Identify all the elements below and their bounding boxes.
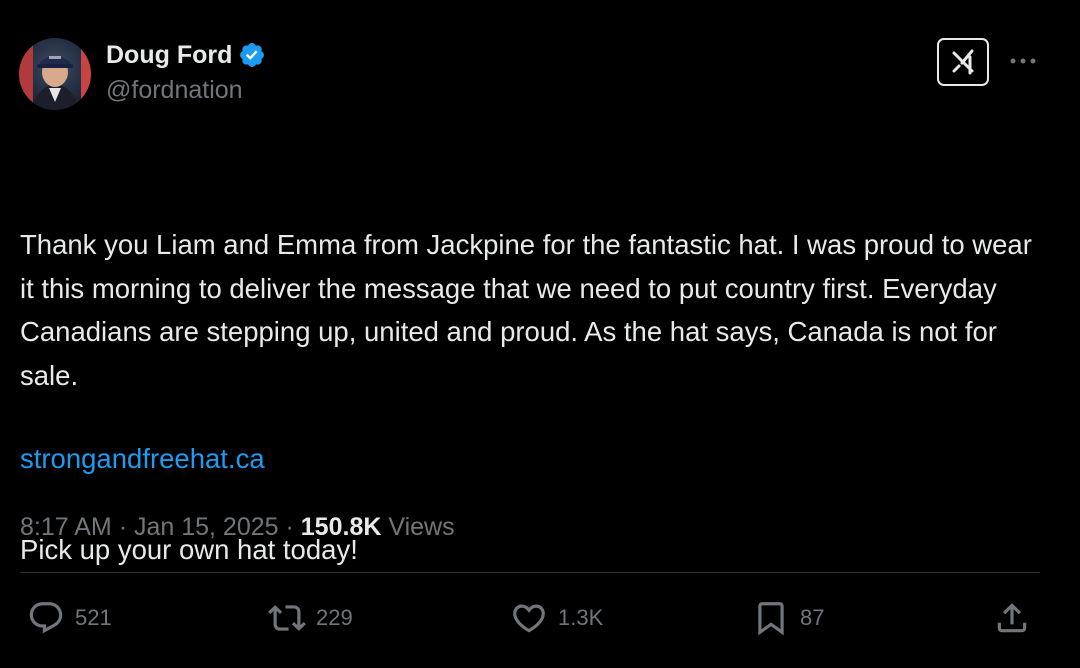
repost-button[interactable]: 229 <box>268 598 353 638</box>
like-count: 1.3K <box>558 605 604 630</box>
divider <box>20 572 1040 573</box>
reply-button[interactable]: 521 <box>27 598 112 638</box>
like-button[interactable]: 1.3K <box>510 598 603 638</box>
reply-count: 521 <box>75 605 112 630</box>
share-icon <box>997 603 1027 633</box>
avatar-photo <box>19 38 91 110</box>
views-label: Views <box>388 513 455 541</box>
views-count: 150.8K <box>300 513 382 541</box>
reply-icon <box>29 602 63 634</box>
repost-count: 229 <box>316 605 353 630</box>
tweet-meta: 8:17 AM · Jan 15, 2025 · 150.8K Views <box>20 507 455 547</box>
bookmark-count: 87 <box>800 605 825 630</box>
author-handle[interactable]: @fordnation <box>106 76 243 105</box>
author-name[interactable]: Doug Ford <box>106 41 232 70</box>
grok-button[interactable] <box>937 38 989 86</box>
heart-icon <box>513 604 545 633</box>
grok-icon <box>952 49 974 75</box>
tweet-paragraph: Thank you Liam and Emma from Jackpine fo… <box>20 229 1040 391</box>
more-dots-icon <box>1010 58 1036 64</box>
tweet-date[interactable]: Jan 15, 2025 <box>134 513 279 541</box>
share-button[interactable] <box>993 598 1031 638</box>
bookmark-button[interactable]: 87 <box>752 598 824 638</box>
bookmark-icon <box>758 602 784 636</box>
more-button[interactable] <box>1006 46 1040 76</box>
tweet-link[interactable]: strongandfreehat.ca <box>20 437 265 481</box>
repost-icon <box>268 605 306 631</box>
avatar[interactable] <box>19 38 91 110</box>
meta-separator: · <box>118 513 128 541</box>
verified-badge-icon <box>238 41 266 69</box>
meta-separator: · <box>285 513 294 541</box>
tweet-time[interactable]: 8:17 AM <box>20 513 112 541</box>
